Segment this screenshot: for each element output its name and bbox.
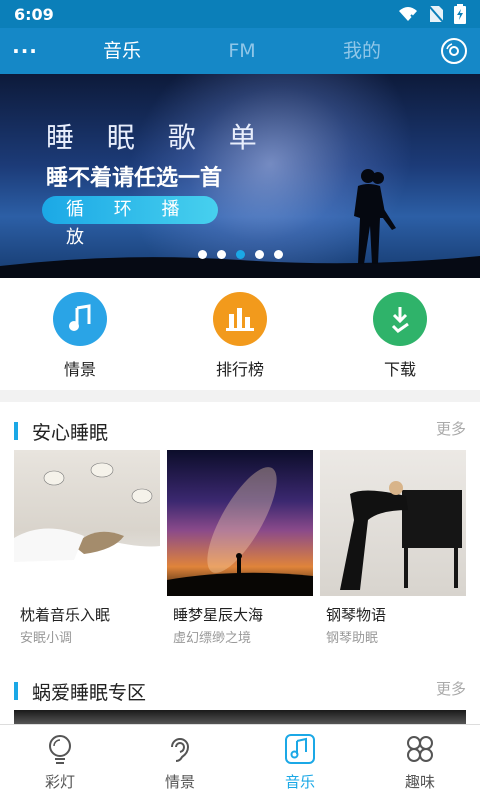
status-icons [398, 4, 466, 24]
status-bar: 6:09 [0, 0, 480, 28]
ear-icon [164, 733, 196, 765]
bottom-tab-scene[interactable]: 情景 [140, 733, 220, 792]
banner-carousel[interactable]: 睡 眠 歌 单 睡不着请任选一首 循 环 播 放 [0, 74, 480, 278]
banner-subtitle: 睡不着请任选一首 [46, 166, 223, 191]
no-sim-icon [428, 5, 444, 23]
music-note-icon [284, 733, 316, 765]
wifi-off-icon [398, 6, 418, 22]
carousel-dot[interactable] [216, 250, 226, 259]
entry-ranking-label: 排行榜 [215, 360, 264, 379]
bottom-tab-label: 情景 [164, 773, 195, 791]
carousel-dot[interactable] [254, 250, 264, 259]
banner-title: 睡 眠 歌 单 [46, 121, 269, 154]
bar-chart-icon [213, 292, 267, 346]
tab-mine[interactable]: 我的 [322, 28, 402, 74]
card-title: 睡梦星辰大海 [173, 606, 264, 624]
loop-play-button[interactable]: 循 环 播 放 [42, 196, 218, 248]
entry-ranking[interactable]: 排行榜 [185, 292, 295, 380]
card-subtitle: 安眠小调 [20, 631, 73, 646]
entry-download-label: 下载 [383, 360, 416, 379]
zone-banner-image[interactable] [14, 710, 466, 724]
tab-fm[interactable]: FM [202, 28, 282, 74]
playlist-card[interactable]: 钢琴物语 钢琴助眠 [320, 450, 466, 650]
section-sleep: 安心睡眠 更多 枕着音乐入眠 安眠小调 睡梦星辰大海 虚幻缥缈之境 钢琴物语 钢… [0, 402, 480, 664]
status-time: 6:09 [14, 4, 54, 24]
carousel-dot-active[interactable] [235, 250, 245, 259]
section-header: 蜗爱睡眠专区 更多 [0, 662, 480, 712]
playlist-card[interactable]: 枕着音乐入眠 安眠小调 [14, 450, 160, 650]
grid-flower-icon [404, 733, 436, 765]
bulb-icon [44, 733, 76, 765]
download-check-icon [373, 292, 427, 346]
card-cover-image [14, 450, 160, 596]
card-cover-image [320, 450, 466, 596]
carousel-dot[interactable] [273, 250, 283, 259]
playlist-cards: 枕着音乐入眠 安眠小调 睡梦星辰大海 虚幻缥缈之境 钢琴物语 钢琴助眠 [14, 450, 466, 650]
card-cover-image [167, 450, 313, 596]
section-title: 安心睡眠 [32, 422, 109, 444]
quick-entries: 情景 排行榜 下载 [0, 278, 480, 390]
card-title: 枕着音乐入眠 [20, 606, 111, 624]
section-accent-bar [14, 422, 18, 440]
bottom-tab-label: 彩灯 [44, 773, 75, 791]
bottom-tab-label: 趣味 [404, 773, 435, 791]
bottom-tab-label: 音乐 [284, 773, 315, 791]
card-title: 钢琴物语 [326, 606, 387, 624]
bottom-tab-music[interactable]: 音乐 [260, 733, 340, 792]
tab-music[interactable]: 音乐 [82, 28, 162, 74]
entry-scene-label: 情景 [63, 360, 96, 379]
card-subtitle: 虚幻缥缈之境 [173, 631, 252, 646]
entry-scene[interactable]: 情景 [25, 292, 135, 380]
bottom-nav: 彩灯 情景 音乐 趣味 [0, 724, 480, 800]
music-note-icon [53, 292, 107, 346]
carousel-indicator [0, 244, 480, 263]
card-subtitle: 钢琴助眠 [326, 631, 379, 646]
battery-charging-icon [454, 4, 466, 24]
disc-icon[interactable] [440, 37, 468, 65]
menu-button[interactable]: ··· [10, 37, 40, 65]
section-header: 安心睡眠 更多 [0, 402, 480, 452]
bottom-tab-fun[interactable]: 趣味 [380, 733, 460, 792]
section-title: 蜗爱睡眠专区 [32, 682, 147, 704]
app-screen: 6:09 ··· 音乐 FM 我的 睡 眠 歌 单 睡不着请任选一首 循 环 播… [0, 0, 480, 800]
playlist-card[interactable]: 睡梦星辰大海 虚幻缥缈之境 [167, 450, 313, 650]
section-accent-bar [14, 682, 18, 700]
more-link[interactable]: 更多 [436, 678, 466, 699]
carousel-dot[interactable] [197, 250, 207, 259]
top-nav: ··· 音乐 FM 我的 [0, 28, 480, 74]
entry-download[interactable]: 下载 [345, 292, 455, 380]
bottom-tab-lamp[interactable]: 彩灯 [20, 733, 100, 792]
more-link[interactable]: 更多 [436, 418, 466, 439]
section-snail: 蜗爱睡眠专区 更多 [0, 662, 480, 724]
